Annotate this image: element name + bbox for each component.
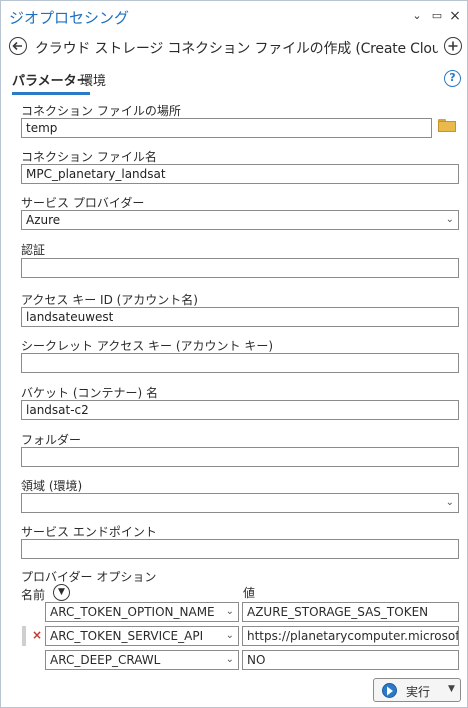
provider-options-label: プロバイダー オプション bbox=[21, 570, 157, 584]
pane-menu-icon[interactable]: ⌄ bbox=[409, 8, 425, 24]
maximize-icon[interactable]: ▭ bbox=[429, 8, 445, 24]
option-name-select[interactable]: ARC_TOKEN_SERVICE_API ⌄ bbox=[45, 626, 239, 646]
add-icon[interactable] bbox=[444, 37, 462, 55]
location-value: temp bbox=[26, 121, 58, 135]
option-name-select[interactable]: ARC_DEEP_CRAWL ⌄ bbox=[45, 650, 239, 670]
option-value-input[interactable]: AZURE_STORAGE_SAS_TOKEN bbox=[242, 602, 459, 622]
chevron-down-icon: ⌄ bbox=[445, 214, 454, 225]
name-input[interactable]: MPC_planetary_landsat bbox=[21, 164, 459, 184]
close-icon[interactable]: × bbox=[447, 8, 463, 24]
name-column-header: 名前 bbox=[21, 588, 46, 602]
access-key-label: アクセス キー ID (アカウント名) bbox=[21, 293, 198, 307]
region-select[interactable]: ⌄ bbox=[21, 493, 459, 513]
option-value-input[interactable]: NO bbox=[242, 650, 459, 670]
secret-key-label: シークレット アクセス キー (アカウント キー) bbox=[21, 339, 274, 353]
chevron-down-icon[interactable]: ▼ bbox=[448, 684, 455, 694]
option-value-text: NO bbox=[247, 653, 266, 667]
option-value-text: AZURE_STORAGE_SAS_TOKEN bbox=[247, 605, 429, 619]
tab-parameters[interactable]: パラメーター bbox=[12, 70, 90, 95]
pane-title: ジオプロセシング bbox=[9, 9, 130, 27]
chevron-down-icon: ⌄ bbox=[445, 497, 454, 508]
folder-input[interactable] bbox=[21, 447, 459, 467]
play-icon bbox=[382, 683, 397, 698]
location-label: コネクション ファイルの場所 bbox=[21, 104, 181, 118]
region-label: 領域 (環境) bbox=[21, 479, 83, 493]
run-button[interactable]: 実行 ▼ bbox=[373, 678, 461, 702]
geoprocessing-pane: ジオプロセシング ⌄ ▭ × クラウド ストレージ コネクション ファイルの作成… bbox=[0, 0, 468, 708]
bucket-value: landsat-c2 bbox=[26, 403, 89, 417]
remove-row-icon[interactable]: × bbox=[32, 628, 42, 642]
endpoint-input[interactable] bbox=[21, 539, 459, 559]
access-key-value: landsateuwest bbox=[26, 310, 114, 324]
name-label: コネクション ファイル名 bbox=[21, 150, 157, 164]
endpoint-label: サービス エンドポイント bbox=[21, 525, 157, 539]
folder-label: フォルダー bbox=[21, 433, 82, 447]
provider-select[interactable]: Azure ⌄ bbox=[21, 210, 459, 230]
folder-icon[interactable] bbox=[438, 118, 457, 133]
access-key-input[interactable]: landsateuwest bbox=[21, 307, 459, 327]
tab-environment[interactable]: 環境 bbox=[80, 70, 106, 89]
name-value: MPC_planetary_landsat bbox=[26, 167, 166, 181]
option-value-input[interactable]: https://planetarycomputer.microsoft.co bbox=[242, 626, 459, 646]
chevron-down-icon: ⌄ bbox=[225, 630, 234, 641]
bucket-label: バケット (コンテナー) 名 bbox=[21, 386, 158, 400]
row-drag-handle[interactable] bbox=[22, 626, 26, 646]
chevron-down-icon: ⌄ bbox=[225, 606, 234, 617]
tool-header: クラウド ストレージ コネクション ファイルの作成 (Create Cloud … bbox=[1, 33, 467, 61]
auth-select[interactable] bbox=[21, 258, 459, 278]
option-name-select[interactable]: ARC_TOKEN_OPTION_NAME ⌄ bbox=[45, 602, 239, 622]
auth-label: 認証 bbox=[21, 243, 46, 257]
secret-key-input[interactable] bbox=[21, 353, 459, 373]
option-name-value: ARC_DEEP_CRAWL bbox=[50, 653, 161, 667]
provider-label: サービス プロバイダー bbox=[21, 196, 145, 210]
run-label: 実行 bbox=[406, 685, 431, 699]
value-column-header: 値 bbox=[243, 586, 256, 600]
tool-title: クラウド ストレージ コネクション ファイルの作成 (Create Cloud … bbox=[35, 41, 438, 57]
option-value-text: https://planetarycomputer.microsoft.co bbox=[247, 629, 459, 643]
collapse-chevron-icon[interactable]: ▼ bbox=[53, 584, 70, 601]
provider-value: Azure bbox=[26, 213, 61, 227]
location-input[interactable]: temp bbox=[21, 118, 432, 138]
back-arrow-icon[interactable] bbox=[9, 37, 27, 55]
option-name-value: ARC_TOKEN_OPTION_NAME bbox=[50, 605, 215, 619]
bucket-input[interactable]: landsat-c2 bbox=[21, 400, 459, 420]
chevron-down-icon: ⌄ bbox=[225, 654, 234, 665]
tab-bar: パラメーター 環境 ? bbox=[1, 67, 467, 95]
option-name-value: ARC_TOKEN_SERVICE_API bbox=[50, 629, 204, 643]
pane-titlebar: ジオプロセシング ⌄ ▭ × bbox=[1, 1, 467, 31]
help-icon[interactable]: ? bbox=[444, 70, 461, 87]
